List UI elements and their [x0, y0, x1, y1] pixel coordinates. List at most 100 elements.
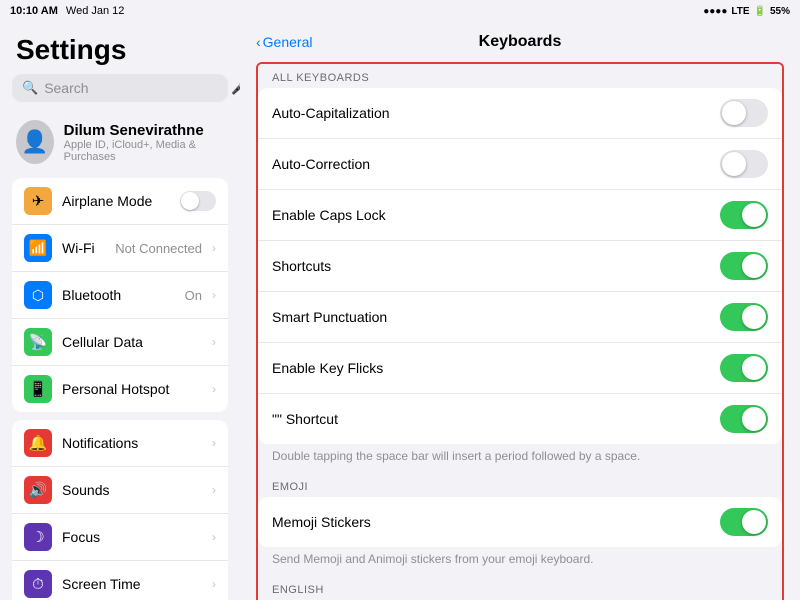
smart-punct-toggle[interactable] — [720, 303, 768, 331]
user-profile[interactable]: 👤 Dilum Senevirathne Apple ID, iCloud+, … — [0, 112, 240, 172]
avatar: 👤 — [16, 120, 54, 164]
hotspot-icon: 📱 — [24, 375, 52, 403]
sidebar-item-wifi[interactable]: 📶 Wi-Fi Not Connected › — [12, 225, 228, 272]
shortcut-toggle[interactable] — [720, 405, 768, 433]
search-bar[interactable]: 🔍 🎤 — [12, 74, 228, 102]
bluetooth-icon: ⬡ — [24, 281, 52, 309]
airplane-label: Airplane Mode — [62, 193, 170, 209]
user-name: Dilum Senevirathne — [64, 122, 224, 139]
sidebar-item-hotspot[interactable]: 📱 Personal Hotspot › — [12, 366, 228, 412]
shortcut-row: "" Shortcut — [258, 394, 782, 444]
sidebar: Settings 🔍 🎤 👤 Dilum Senevirathne Apple … — [0, 0, 240, 600]
memoji-label: Memoji Stickers — [272, 514, 710, 530]
battery-level: 55% — [770, 6, 790, 17]
all-keyboards-section: ALL KEYBOARDS Auto-Capitalization Auto-C… — [258, 64, 782, 473]
sidebar-item-cellular[interactable]: 📡 Cellular Data › — [12, 319, 228, 366]
smart-punct-label: Smart Punctuation — [272, 309, 710, 325]
page-title: Keyboards — [479, 33, 562, 51]
notifications-icon: 🔔 — [24, 429, 52, 457]
all-keyboards-header: ALL KEYBOARDS — [258, 64, 782, 88]
auto-cap-toggle[interactable] — [720, 99, 768, 127]
hotspot-chevron: › — [212, 382, 216, 396]
focus-icon: ☽ — [24, 523, 52, 551]
auto-correct-row: Auto-Correction — [258, 139, 782, 190]
mic-icon: 🎤 — [231, 80, 240, 96]
nav-header: ‹ General Keyboards — [240, 22, 800, 62]
memoji-row: Memoji Stickers — [258, 497, 782, 547]
auto-correct-toggle[interactable] — [720, 150, 768, 178]
status-bar: 10:10 AM Wed Jan 12 ●●●● LTE 🔋 55% — [0, 0, 800, 22]
main-content: ‹ General Keyboards ALL KEYBOARDS Auto-C… — [240, 0, 800, 600]
auto-cap-row: Auto-Capitalization — [258, 88, 782, 139]
shortcuts-row: Shortcuts — [258, 241, 782, 292]
auto-cap-label: Auto-Capitalization — [272, 105, 710, 121]
emoji-group: Memoji Stickers — [258, 497, 782, 547]
airplane-icon: ✈ — [24, 187, 52, 215]
caps-lock-row: Enable Caps Lock — [258, 190, 782, 241]
time: 10:10 AM — [10, 5, 58, 17]
sidebar-item-screen-time[interactable]: ⏱ Screen Time › — [12, 561, 228, 600]
key-flicks-toggle[interactable] — [720, 354, 768, 382]
english-section: ENGLISH Check Spelling Predictive Slide … — [258, 576, 782, 600]
keyboards-settings-box: ALL KEYBOARDS Auto-Capitalization Auto-C… — [256, 62, 784, 600]
sidebar-list: ✈ Airplane Mode 📶 Wi-Fi Not Connected › … — [0, 178, 240, 600]
sounds-chevron: › — [212, 483, 216, 497]
caps-lock-toggle[interactable] — [720, 201, 768, 229]
bluetooth-value: On — [185, 288, 202, 303]
wifi-label: Wi-Fi — [62, 240, 105, 256]
shortcuts-toggle[interactable] — [720, 252, 768, 280]
focus-label: Focus — [62, 529, 202, 545]
caps-lock-label: Enable Caps Lock — [272, 207, 710, 223]
airplane-toggle[interactable] — [180, 191, 216, 211]
screen-time-chevron: › — [212, 577, 216, 591]
all-keyboards-group: Auto-Capitalization Auto-Correction Enab… — [258, 88, 782, 444]
sidebar-item-sounds[interactable]: 🔊 Sounds › — [12, 467, 228, 514]
user-subtitle: Apple ID, iCloud+, Media & Purchases — [64, 139, 224, 163]
sidebar-item-airplane-mode[interactable]: ✈ Airplane Mode — [12, 178, 228, 225]
bluetooth-chevron: › — [212, 288, 216, 302]
nav-back-button[interactable]: ‹ General — [256, 34, 312, 50]
cellular-label: Cellular Data — [62, 334, 202, 350]
sidebar-section-2: 🔔 Notifications › 🔊 Sounds › ☽ Focus › ⏱… — [12, 420, 228, 600]
sounds-label: Sounds — [62, 482, 202, 498]
sounds-icon: 🔊 — [24, 476, 52, 504]
all-keyboards-footer: Double tapping the space bar will insert… — [258, 444, 782, 473]
sidebar-section-1: ✈ Airplane Mode 📶 Wi-Fi Not Connected › … — [12, 178, 228, 412]
emoji-footer: Send Memoji and Animoji stickers from yo… — [258, 547, 782, 576]
bluetooth-label: Bluetooth — [62, 287, 175, 303]
date: Wed Jan 12 — [66, 5, 125, 17]
cellular-icon: 📡 — [24, 328, 52, 356]
memoji-toggle[interactable] — [720, 508, 768, 536]
shortcut-label: "" Shortcut — [272, 411, 710, 427]
settings-scroll: ALL KEYBOARDS Auto-Capitalization Auto-C… — [240, 62, 800, 600]
search-icon: 🔍 — [22, 80, 38, 96]
signal-icon: ●●●● — [703, 6, 727, 17]
sidebar-title: Settings — [0, 22, 240, 74]
sidebar-item-bluetooth[interactable]: ⬡ Bluetooth On › — [12, 272, 228, 319]
wifi-chevron: › — [212, 241, 216, 255]
notifications-label: Notifications — [62, 435, 202, 451]
key-flicks-label: Enable Key Flicks — [272, 360, 710, 376]
key-flicks-row: Enable Key Flicks — [258, 343, 782, 394]
network-icon: LTE — [731, 6, 749, 17]
wifi-value: Not Connected — [115, 241, 202, 256]
emoji-section: EMOJI Memoji Stickers Send Memoji and An… — [258, 473, 782, 576]
cellular-chevron: › — [212, 335, 216, 349]
search-input[interactable] — [44, 80, 225, 96]
wifi-icon: 📶 — [24, 234, 52, 262]
battery-icon: 🔋 — [754, 6, 766, 17]
user-info: Dilum Senevirathne Apple ID, iCloud+, Me… — [64, 122, 224, 163]
smart-punct-row: Smart Punctuation — [258, 292, 782, 343]
back-label: General — [263, 34, 313, 50]
screen-time-icon: ⏱ — [24, 570, 52, 598]
back-chevron-icon: ‹ — [256, 34, 261, 50]
hotspot-label: Personal Hotspot — [62, 381, 202, 397]
sidebar-item-focus[interactable]: ☽ Focus › — [12, 514, 228, 561]
notifications-chevron: › — [212, 436, 216, 450]
sidebar-item-notifications[interactable]: 🔔 Notifications › — [12, 420, 228, 467]
auto-correct-label: Auto-Correction — [272, 156, 710, 172]
focus-chevron: › — [212, 530, 216, 544]
english-header: ENGLISH — [258, 576, 782, 600]
screen-time-label: Screen Time — [62, 576, 202, 592]
shortcuts-label: Shortcuts — [272, 258, 710, 274]
